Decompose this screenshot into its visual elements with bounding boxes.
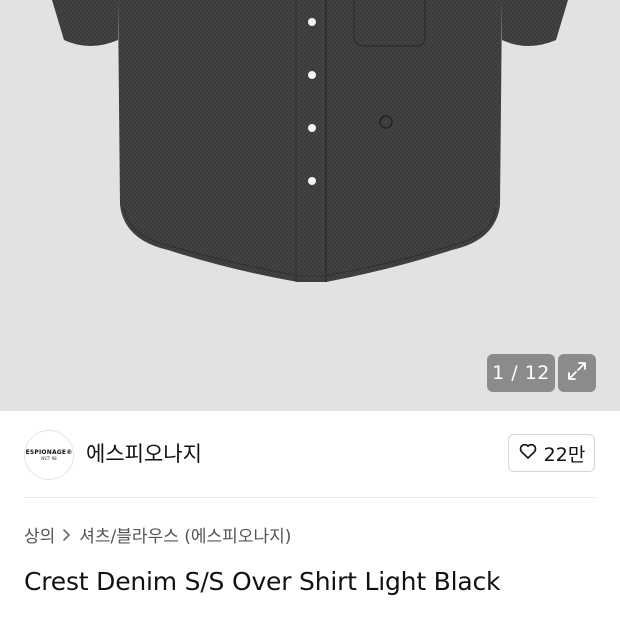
product-title: Crest Denim S/S Over Shirt Light Black	[24, 567, 501, 596]
like-button[interactable]: 22만	[508, 434, 595, 472]
breadcrumb-item-subcategory[interactable]: 셔츠/블라우스 (에스피오나지)	[79, 524, 291, 550]
divider	[24, 497, 596, 498]
breadcrumb-item-category[interactable]: 상의	[24, 524, 55, 550]
brand-logo-text: ESPIONAGE®	[25, 449, 73, 456]
like-count: 22만	[543, 443, 586, 466]
product-image	[52, 0, 568, 282]
heart-outline-icon	[518, 441, 538, 465]
product-image-gallery[interactable]: 1 / 12	[0, 0, 620, 411]
brand-name[interactable]: 에스피오나지	[86, 439, 202, 469]
expand-button[interactable]	[558, 354, 596, 392]
image-counter: 1 / 12	[487, 354, 555, 392]
breadcrumb: 상의 셔츠/블라우스 (에스피오나지)	[24, 524, 291, 550]
brand-logo-subtext: NST' 98	[41, 456, 57, 461]
chevron-right-icon	[61, 524, 73, 550]
expand-icon	[566, 360, 588, 386]
brand-row: ESPIONAGE® NST' 98 에스피오나지 22만	[0, 411, 620, 497]
brand-logo[interactable]: ESPIONAGE® NST' 98	[24, 430, 74, 480]
